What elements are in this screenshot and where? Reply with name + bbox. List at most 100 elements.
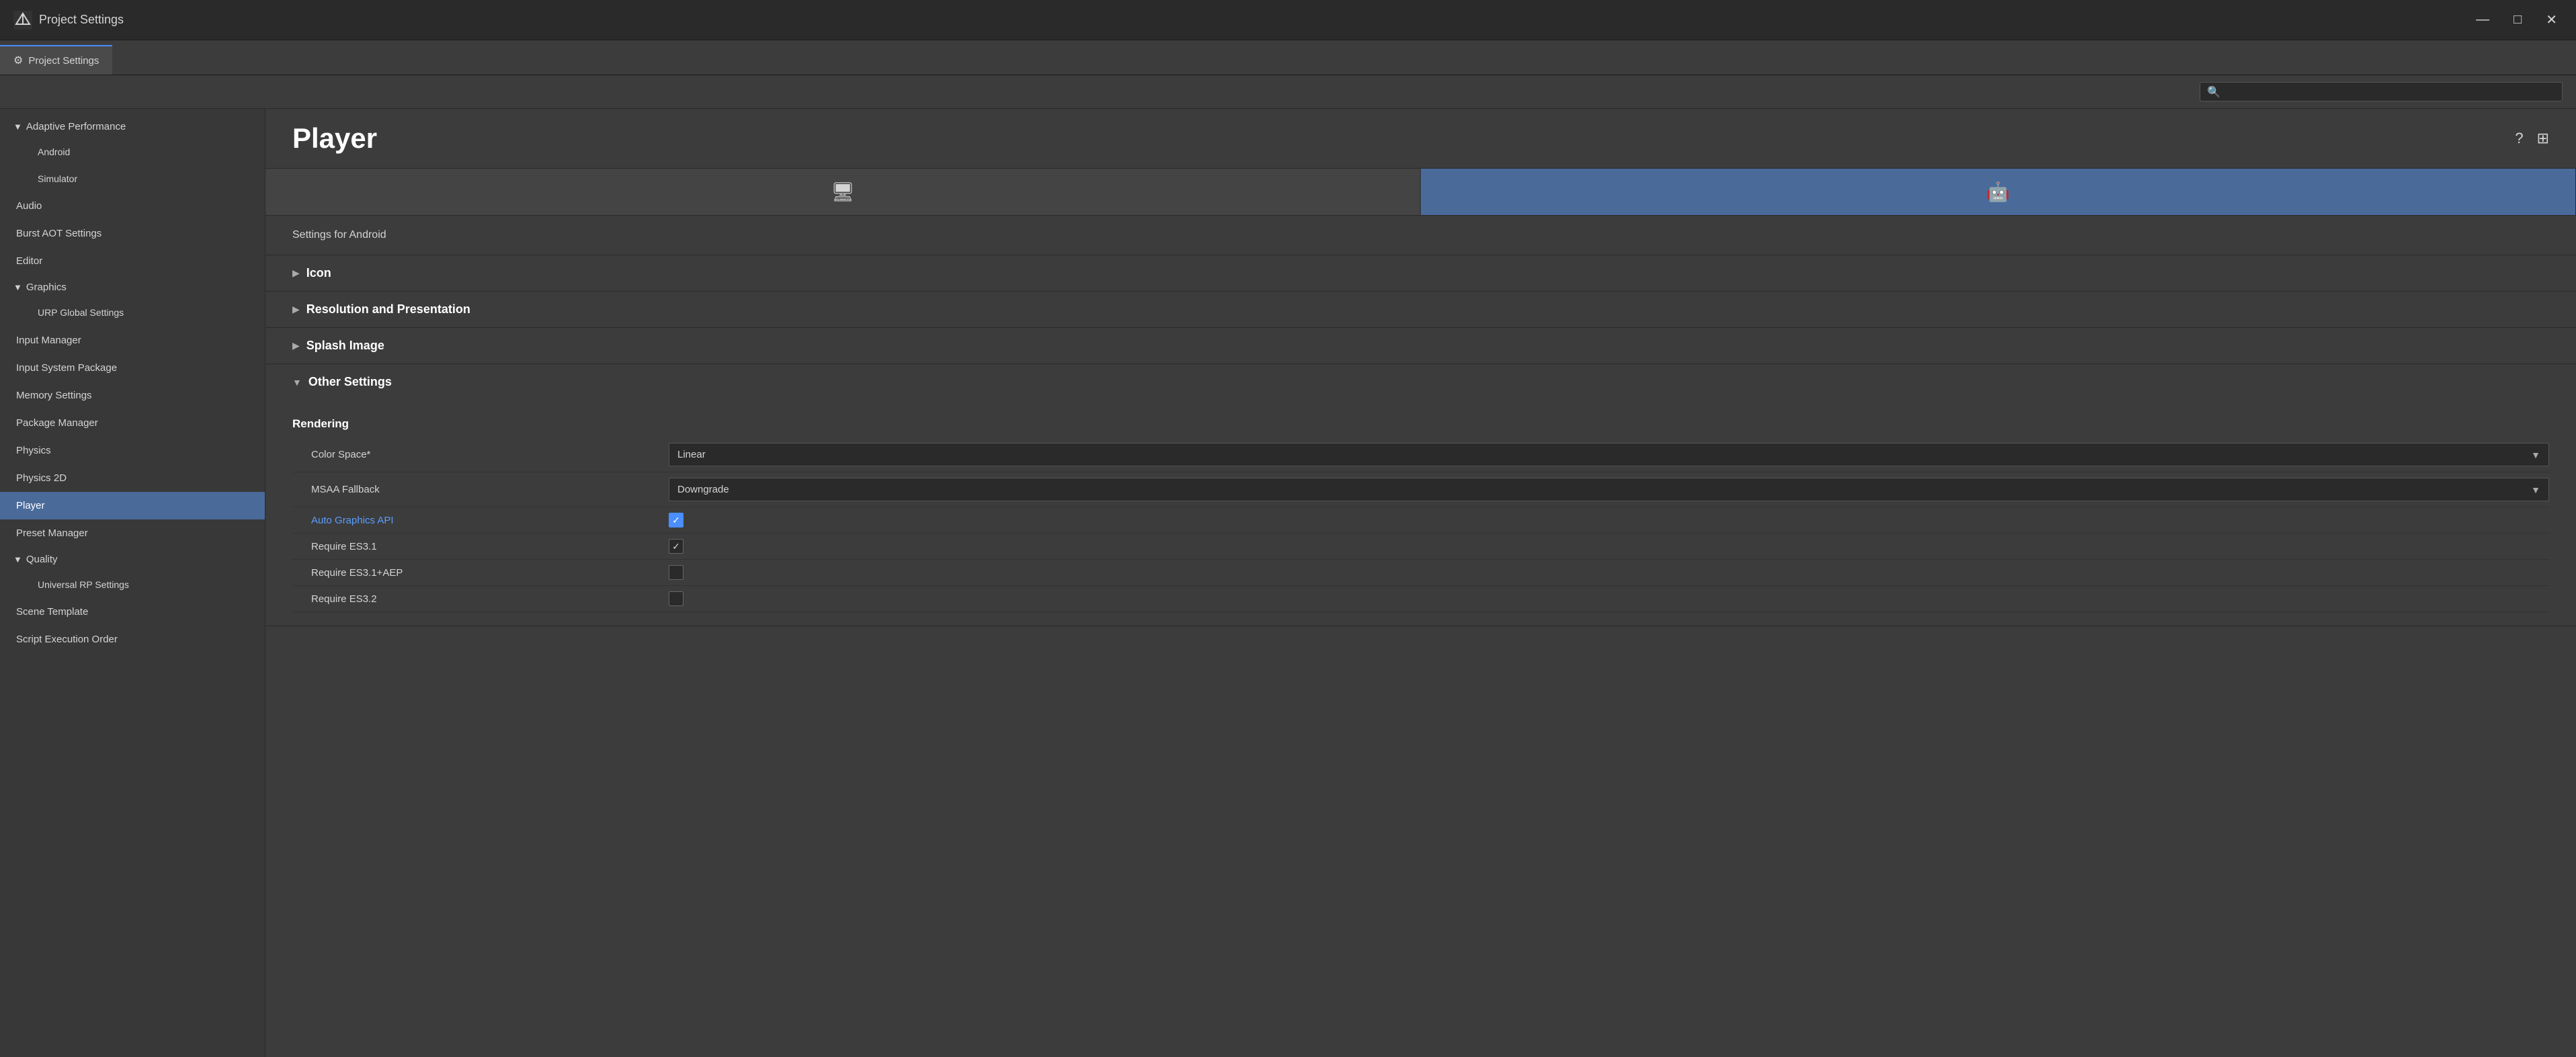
- section-resolution-header[interactable]: ▶ Resolution and Presentation: [265, 292, 2576, 327]
- unity-icon: [13, 11, 32, 30]
- sidebar-item-label: Physics: [16, 443, 51, 458]
- sidebar-item-label: Input Manager: [16, 333, 81, 347]
- window-controls: — □ ✕: [2470, 9, 2563, 31]
- sidebar-item-audio[interactable]: Audio: [0, 192, 265, 220]
- require-es32-checkbox-wrap: [669, 591, 2549, 606]
- sidebar-item-burst-aot[interactable]: Burst AOT Settings: [0, 220, 265, 247]
- msaa-fallback-dropdown[interactable]: Downgrade ▼: [669, 478, 2549, 501]
- sidebar-item-scene-template[interactable]: Scene Template: [0, 598, 265, 626]
- require-es31-value: [669, 539, 2549, 554]
- require-es31-aep-label: Require ES3.1+AEP: [292, 567, 669, 579]
- sidebar-item-physics-2d[interactable]: Physics 2D: [0, 464, 265, 492]
- tab-project-settings[interactable]: ⚙ Project Settings: [0, 45, 112, 75]
- section-splash-arrow: ▶: [292, 340, 300, 351]
- sidebar-item-editor[interactable]: Editor: [0, 247, 265, 275]
- msaa-fallback-selected: Downgrade: [677, 484, 729, 495]
- require-es31-label: Require ES3.1: [292, 541, 669, 552]
- layout-button[interactable]: ⊞: [2537, 130, 2549, 147]
- platform-tabs: 🖥 🤖: [265, 169, 2576, 216]
- section-other-header[interactable]: ▼ Other Settings: [265, 364, 2576, 400]
- require-es31-checkbox-wrap: [669, 539, 2549, 554]
- sidebar-item-simulator[interactable]: Simulator: [0, 166, 265, 193]
- sidebar-item-input-manager[interactable]: Input Manager: [0, 327, 265, 354]
- sidebar-item-label: Quality: [26, 554, 58, 565]
- sidebar-item-label: Editor: [16, 254, 42, 268]
- color-space-selected: Linear: [677, 449, 706, 460]
- sidebar-item-label: Script Execution Order: [16, 632, 118, 646]
- require-es32-checkbox[interactable]: [669, 591, 683, 606]
- sidebar-item-physics[interactable]: Physics: [0, 437, 265, 464]
- sidebar-item-label: Preset Manager: [16, 526, 88, 540]
- color-space-dropdown[interactable]: Linear ▼: [669, 443, 2549, 466]
- sidebar-item-label: Simulator: [38, 173, 77, 186]
- search-bar: 🔍: [0, 75, 2576, 109]
- sidebar-item-label: URP Global Settings: [38, 306, 124, 320]
- require-es31-checkbox[interactable]: [669, 539, 683, 554]
- require-es32-label: Require ES3.2: [292, 593, 669, 605]
- search-icon: 🔍: [2207, 85, 2220, 99]
- sidebar-item-label: Physics 2D: [16, 471, 67, 485]
- dropdown-arrow-icon: ▼: [2531, 484, 2540, 495]
- sidebar-item-package-manager[interactable]: Package Manager: [0, 409, 265, 437]
- restore-button[interactable]: □: [2508, 9, 2527, 30]
- sidebar-item-label: Input System Package: [16, 361, 117, 375]
- tab-android[interactable]: 🤖: [1421, 169, 2576, 215]
- sidebar-item-universal-rp[interactable]: Universal RP Settings: [0, 572, 265, 599]
- color-space-value: Linear ▼: [669, 443, 2549, 466]
- msaa-fallback-value: Downgrade ▼: [669, 478, 2549, 501]
- sidebar-item-adaptive-performance[interactable]: ▼ Adaptive Performance: [0, 114, 265, 139]
- sidebar-item-label: Audio: [16, 199, 42, 213]
- msaa-fallback-label: MSAA Fallback: [292, 484, 669, 495]
- section-other-arrow: ▼: [292, 377, 302, 388]
- sidebar-item-graphics[interactable]: ▼ Graphics: [0, 275, 265, 300]
- require-es31-aep-checkbox[interactable]: [669, 565, 683, 580]
- section-icon-arrow: ▶: [292, 267, 300, 279]
- section-other-title: Other Settings: [308, 375, 392, 389]
- require-es31-aep-value: [669, 565, 2549, 580]
- section-other-content: Rendering Color Space* Linear ▼ MSAA Fal…: [265, 400, 2576, 626]
- sidebar-item-input-system[interactable]: Input System Package: [0, 354, 265, 382]
- sidebar-item-memory-settings[interactable]: Memory Settings: [0, 382, 265, 409]
- field-msaa-fallback: MSAA Fallback Downgrade ▼: [292, 472, 2549, 507]
- monitor-icon: 🖥: [831, 181, 855, 203]
- tab-label: Project Settings: [28, 55, 99, 67]
- sidebar-item-label: Adaptive Performance: [26, 121, 126, 132]
- sidebar-item-script-execution[interactable]: Script Execution Order: [0, 626, 265, 653]
- sidebar-item-label: Android: [38, 146, 70, 159]
- field-require-es32: Require ES3.2: [292, 586, 2549, 612]
- auto-graphics-api-checkbox-wrap: [669, 513, 2549, 527]
- page-title: Player: [292, 122, 377, 155]
- sidebar-item-quality[interactable]: ▼ Quality: [0, 547, 265, 572]
- sidebar-item-label: Scene Template: [16, 605, 88, 619]
- section-icon-header[interactable]: ▶ Icon: [265, 255, 2576, 291]
- content-area: Player ? ⊞ 🖥 🤖 Settings for Android ▶ Ic…: [265, 109, 2576, 1057]
- auto-graphics-api-label[interactable]: Auto Graphics API: [292, 515, 669, 526]
- sidebar-item-preset-manager[interactable]: Preset Manager: [0, 519, 265, 547]
- settings-for-label: Settings for Android: [265, 216, 2576, 255]
- arrow-down-icon: ▼: [13, 282, 22, 292]
- section-resolution: ▶ Resolution and Presentation: [265, 292, 2576, 328]
- sidebar-item-player[interactable]: Player: [0, 492, 265, 519]
- section-icon-title: Icon: [306, 266, 331, 280]
- sidebar-item-urp-global[interactable]: URP Global Settings: [0, 300, 265, 327]
- help-button[interactable]: ?: [2515, 130, 2523, 147]
- window-title: Project Settings: [39, 13, 124, 27]
- section-resolution-arrow: ▶: [292, 304, 300, 315]
- tab-bar: ⚙ Project Settings: [0, 40, 2576, 75]
- field-require-es31-aep: Require ES3.1+AEP: [292, 560, 2549, 586]
- arrow-down-icon: ▼: [13, 122, 22, 132]
- search-input[interactable]: [2226, 87, 2555, 97]
- sidebar: ▼ Adaptive Performance Android Simulator…: [0, 109, 265, 1057]
- tab-standalone[interactable]: 🖥: [265, 169, 1421, 215]
- sidebar-item-label: Universal RP Settings: [38, 579, 129, 592]
- sidebar-item-label: Burst AOT Settings: [16, 226, 101, 241]
- close-button[interactable]: ✕: [2540, 9, 2563, 31]
- require-es32-value: [669, 591, 2549, 606]
- sidebar-item-android[interactable]: Android: [0, 139, 265, 166]
- sidebar-item-label: Package Manager: [16, 416, 98, 430]
- minimize-button[interactable]: —: [2470, 9, 2495, 30]
- field-color-space: Color Space* Linear ▼: [292, 437, 2549, 472]
- field-require-es31: Require ES3.1: [292, 534, 2549, 560]
- auto-graphics-api-checkbox[interactable]: [669, 513, 683, 527]
- section-splash-header[interactable]: ▶ Splash Image: [265, 328, 2576, 364]
